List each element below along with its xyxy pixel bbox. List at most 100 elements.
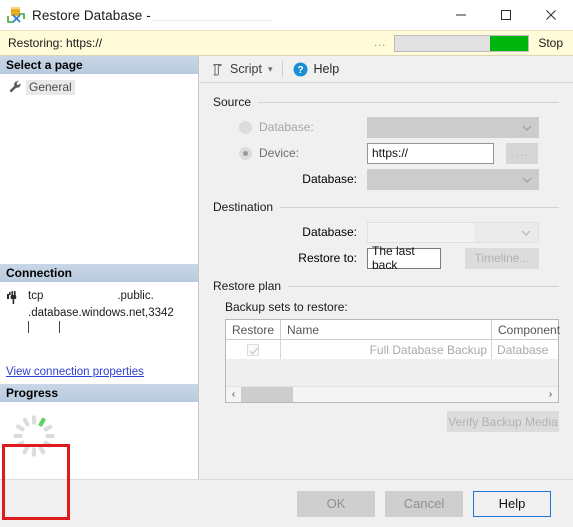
- table-row[interactable]: Full Database Backup Database: [226, 340, 558, 359]
- cell-restore-checkbox[interactable]: [226, 340, 281, 359]
- scrollbar-track[interactable]: [241, 387, 543, 402]
- cell-name: Full Database Backup: [281, 340, 492, 359]
- restoring-status-text: Restoring: https://: [8, 36, 103, 50]
- radio-icon: [239, 120, 252, 134]
- title-bar: Restore Database -: [0, 0, 573, 30]
- left-pane: Select a page General Connection tcp .pu…: [0, 56, 199, 520]
- group-divider: [258, 101, 559, 103]
- restore-plan-group-title: Restore plan: [213, 279, 559, 293]
- destination-title-text: Destination: [213, 200, 274, 214]
- progress-header: Progress: [0, 384, 198, 402]
- connection-info: tcp .public. .database.windows.net,3342 V…: [0, 282, 198, 384]
- window-title-text: Restore Database -: [32, 7, 151, 23]
- column-header-restore[interactable]: Restore: [226, 320, 281, 339]
- help-button[interactable]: Help: [473, 490, 551, 517]
- restore-plan-group: Restore plan Backup sets to restore: Res…: [213, 279, 560, 432]
- script-icon: [210, 62, 225, 77]
- destination-database-combo: [367, 221, 539, 243]
- minimize-button[interactable]: [438, 0, 483, 30]
- connection-header: Connection: [0, 264, 198, 282]
- script-button[interactable]: Script ▾: [207, 58, 275, 80]
- source-database-row: Database:: [213, 168, 559, 190]
- source-database-select: [367, 168, 539, 190]
- chevron-down-icon: [522, 172, 532, 186]
- chevron-down-icon[interactable]: ▾: [268, 64, 273, 75]
- loading-spinner-icon: [12, 414, 56, 458]
- scroll-left-arrow-icon[interactable]: ‹: [226, 389, 241, 400]
- restore-database-icon: [7, 6, 25, 24]
- column-header-component[interactable]: Component: [492, 320, 560, 339]
- chevron-down-icon: [522, 120, 532, 134]
- timeline-button: Timeline...: [465, 247, 539, 269]
- toolbar-separator: [282, 61, 284, 77]
- cancel-button: Cancel: [385, 490, 463, 517]
- destination-database-row: Database:: [213, 221, 559, 243]
- column-header-name[interactable]: Name: [281, 320, 492, 339]
- destination-restore-to-row: Restore to: The last back Timeline...: [213, 244, 559, 272]
- restore-database-dialog: Restore Database - Restoring: https:// .…: [0, 0, 573, 527]
- close-button[interactable]: [528, 0, 573, 30]
- source-device-radio-label: Device:: [259, 146, 300, 160]
- source-device-radio-row: Device: https:// ...: [213, 142, 559, 164]
- browse-device-button[interactable]: ...: [506, 142, 538, 164]
- stop-button[interactable]: Stop: [529, 36, 567, 50]
- banner-ellipsis: ...: [374, 37, 387, 49]
- source-database-radio-label: Database:: [259, 120, 314, 134]
- help-question-icon: ?: [293, 62, 308, 77]
- help-toolbar-label: Help: [313, 62, 340, 76]
- table-empty-area: [226, 359, 558, 386]
- window-title: Restore Database -: [32, 8, 273, 23]
- wrench-icon: [8, 80, 22, 94]
- source-device-input[interactable]: https://: [367, 142, 494, 164]
- backup-sets-label: Backup sets to restore:: [225, 300, 348, 314]
- group-divider: [288, 285, 559, 287]
- source-database-radio[interactable]: Database:: [225, 120, 367, 134]
- source-database-combo: [367, 116, 539, 138]
- radio-icon: [239, 146, 252, 160]
- restore-to-label: Restore to:: [298, 251, 357, 265]
- right-pane: Script ▾ ? Help Source Database: Device:…: [199, 56, 573, 479]
- help-toolbar-button[interactable]: ? Help: [290, 58, 342, 80]
- dialog-footer: OK Cancel Help: [0, 479, 573, 527]
- page-list: General: [0, 74, 198, 264]
- connection-protocol: tcp: [28, 290, 44, 302]
- dialog-toolbar: Script ▾ ? Help: [199, 56, 573, 83]
- window-controls: [438, 0, 573, 30]
- sidebar-item-label: General: [26, 79, 75, 95]
- view-connection-properties-link[interactable]: View connection properties: [6, 366, 144, 378]
- table-horizontal-scrollbar[interactable]: ‹ ›: [226, 386, 558, 402]
- connection-line-2: .database.windows.net,3342: [28, 307, 174, 319]
- scroll-right-arrow-icon[interactable]: ›: [543, 389, 558, 400]
- scrollbar-thumb[interactable]: [241, 387, 293, 402]
- maximize-button[interactable]: [483, 0, 528, 30]
- dialog-body: Select a page General Connection tcp .pu…: [0, 56, 573, 520]
- progress-body: [0, 402, 198, 479]
- source-database-radio-row: Database:: [213, 116, 559, 138]
- destination-group: Destination Database: Restore to: The la…: [213, 200, 559, 272]
- connection-public-suffix: .public.: [117, 290, 154, 302]
- chevron-down-icon: [521, 225, 531, 239]
- verify-backup-media-button: Verify Backup Media: [447, 411, 559, 432]
- source-device-radio[interactable]: Device:: [225, 146, 367, 160]
- restore-to-value: The last back: [367, 244, 441, 272]
- sidebar-item-general[interactable]: General: [0, 78, 198, 96]
- cell-component: Database: [497, 342, 549, 357]
- checkbox-checked-icon: [247, 343, 259, 356]
- progress-chunk: [490, 35, 529, 51]
- svg-text:?: ?: [298, 65, 304, 76]
- connection-plug-icon: [6, 290, 22, 306]
- redacted-value: [368, 222, 474, 242]
- connection-line-1: tcp .public.: [28, 289, 154, 304]
- table-header-row: Restore Name Component: [226, 320, 560, 340]
- connection-redacted-carets: [6, 321, 192, 335]
- restore-progress-bar: [394, 34, 530, 52]
- restore-form: Source Database: Device: https:// ... Da…: [199, 83, 573, 479]
- restore-plan-title-text: Restore plan: [213, 279, 282, 293]
- destination-database-label: Database:: [302, 225, 357, 239]
- source-title-text: Source: [213, 95, 252, 109]
- title-redacted-region: [152, 8, 273, 21]
- restoring-banner: Restoring: https:// ... Stop: [0, 30, 573, 56]
- destination-group-title: Destination: [213, 200, 559, 214]
- group-divider: [280, 206, 559, 208]
- source-database-label: Database:: [302, 172, 357, 186]
